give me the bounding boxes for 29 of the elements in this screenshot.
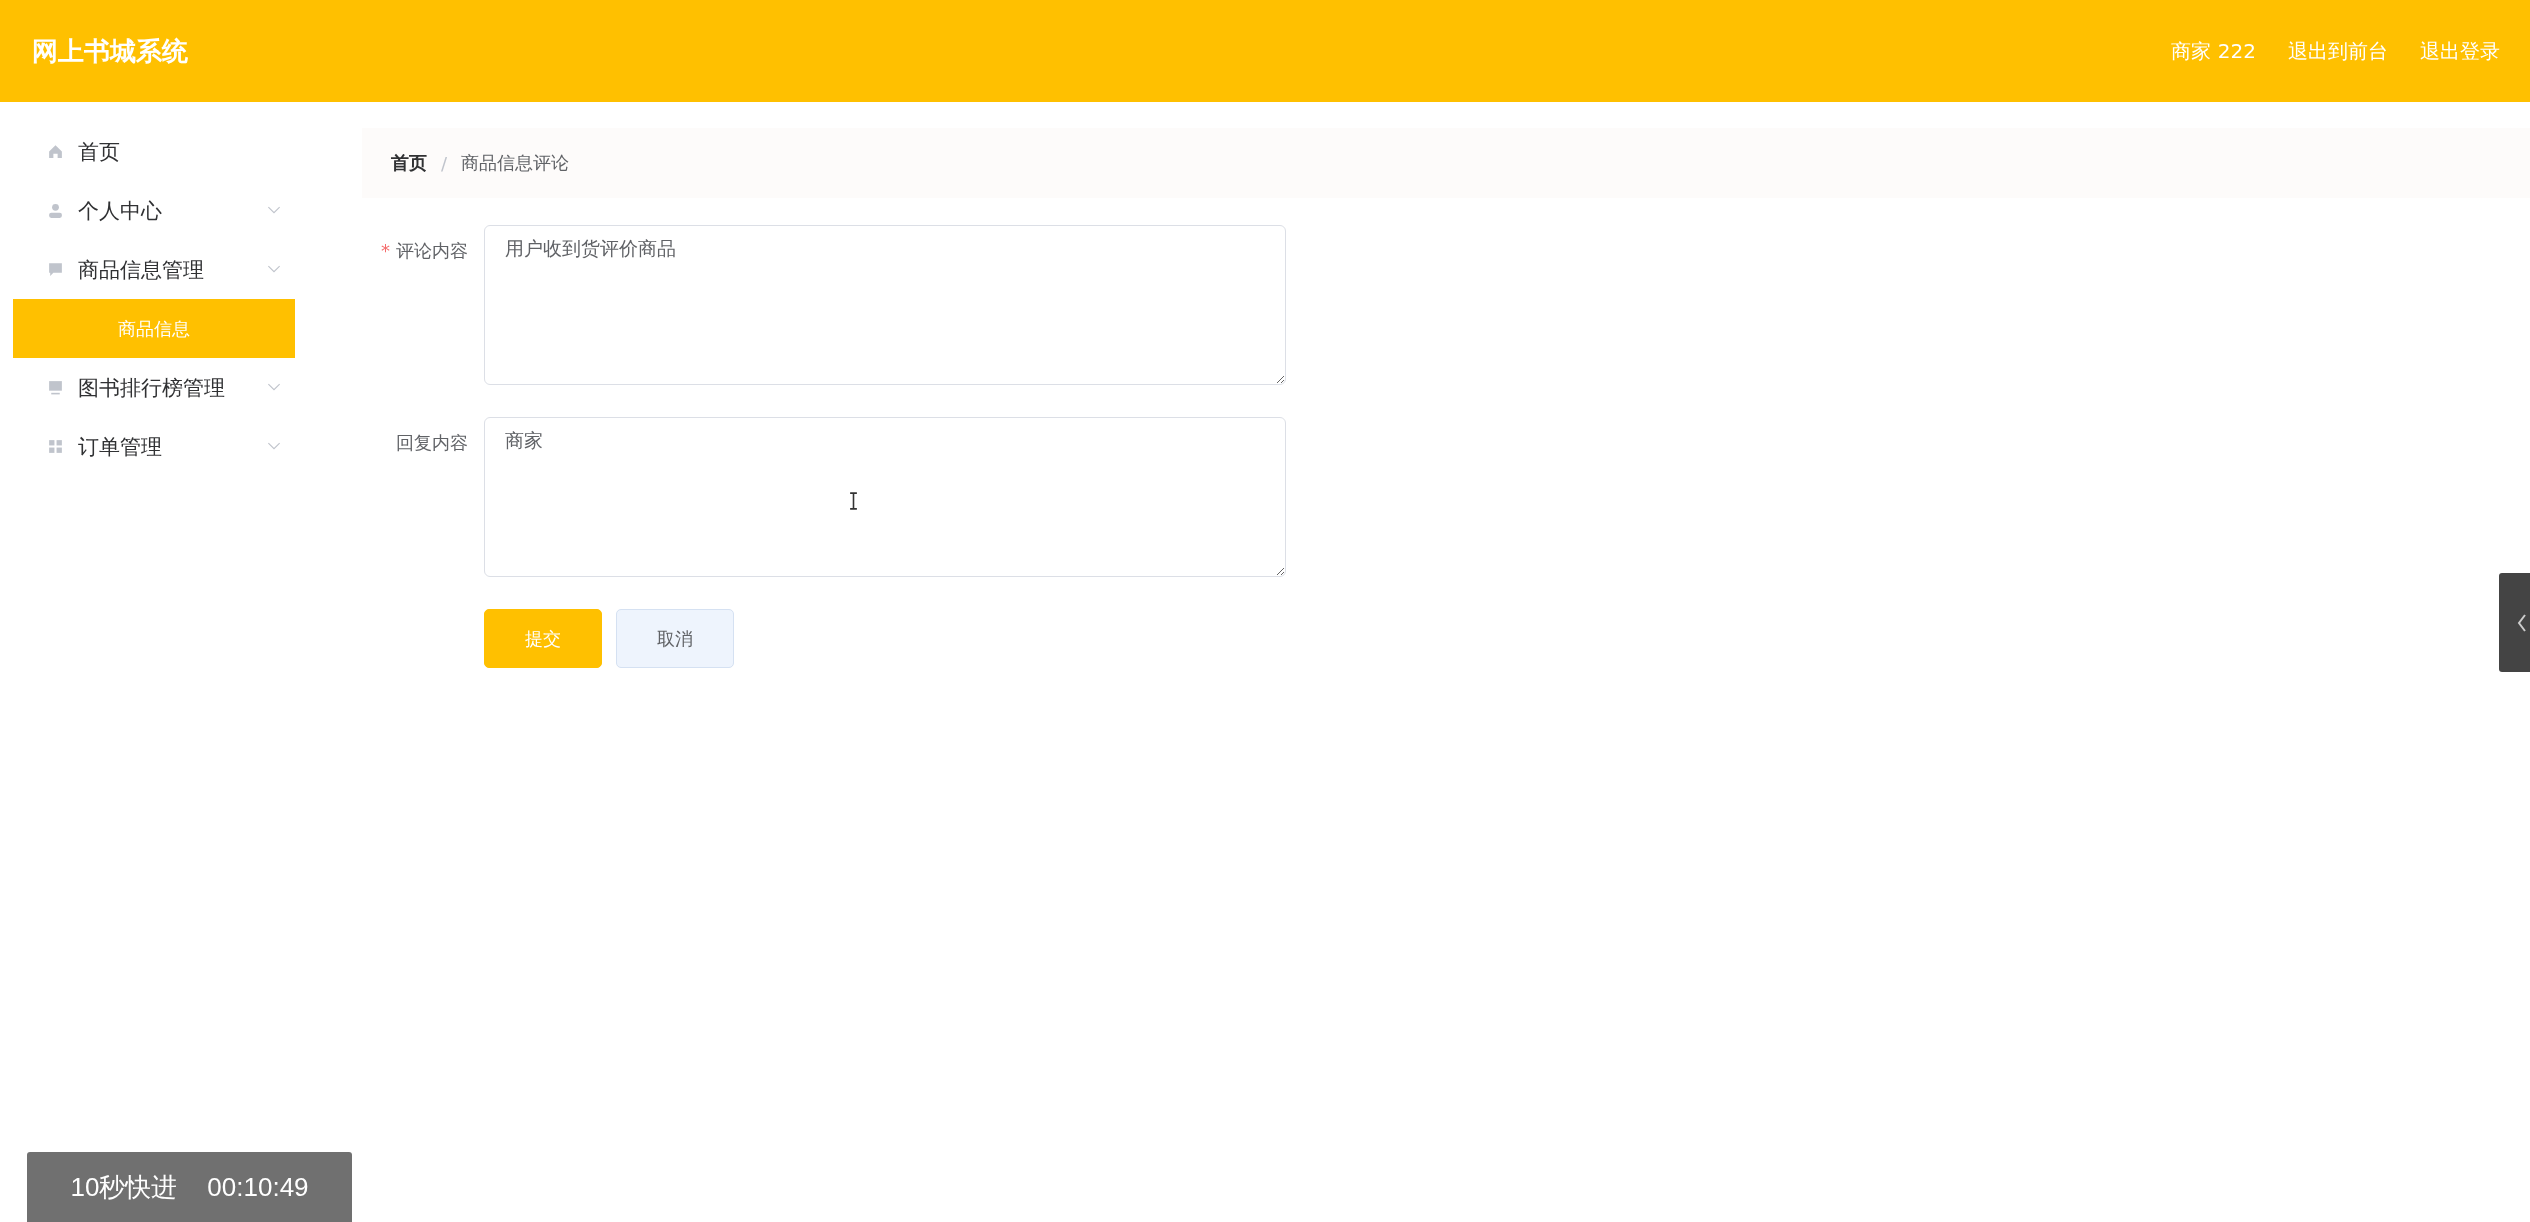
monitor-icon — [47, 379, 64, 396]
chevron-icon — [267, 206, 281, 215]
text-cursor-icon — [849, 492, 858, 510]
breadcrumb-link[interactable]: 商品信息评论 — [461, 151, 570, 175]
breadcrumb-separator: / — [441, 152, 448, 174]
user-icon — [47, 202, 64, 219]
chat-icon — [47, 261, 64, 278]
field-label: 回复内容 — [396, 432, 468, 453]
menu-item[interactable]: 商品信息管理 — [13, 240, 295, 299]
chevron-icon — [267, 265, 281, 274]
text-area[interactable]: 商家 — [484, 417, 1286, 577]
skip-label[interactable]: 10秒快进 — [70, 1169, 178, 1205]
field-label: 评论内容 — [396, 240, 468, 261]
grid-icon — [47, 438, 64, 455]
app-title: 网上书城系统 — [32, 34, 188, 68]
chevron-icon — [267, 442, 281, 451]
playback-time: 00:10:49 — [207, 1171, 309, 1203]
side-panel-handle[interactable] — [2499, 573, 2530, 672]
home-icon — [47, 143, 64, 160]
text-area[interactable]: 用户收到货评价商品 — [484, 225, 1286, 385]
menu-item[interactable]: 订单管理 — [13, 417, 295, 476]
breadcrumb-link[interactable]: 首页 — [391, 151, 427, 175]
menu-item[interactable]: 图书排行榜管理 — [13, 358, 295, 417]
chevron-icon — [267, 383, 281, 392]
menu-item[interactable]: 首页 — [13, 122, 295, 181]
required-asterisk: * — [381, 240, 390, 261]
user-name: 商家 222 — [2171, 37, 2256, 65]
form-button[interactable]: 取消 — [616, 609, 734, 668]
menu-item[interactable]: 个人中心 — [13, 181, 295, 240]
